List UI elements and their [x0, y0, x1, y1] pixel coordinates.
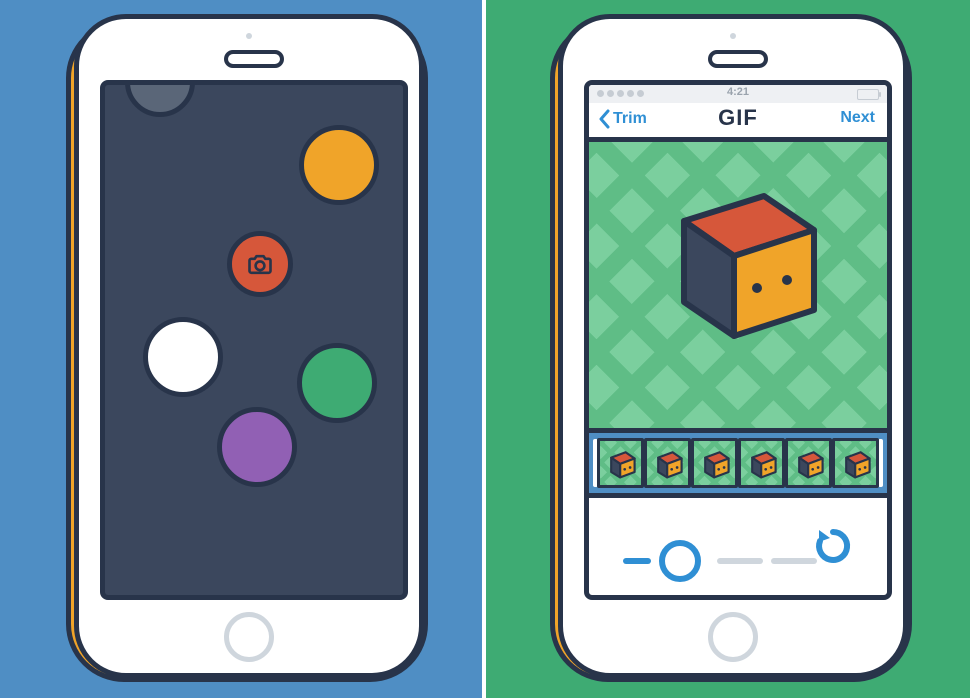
loop-icon: [813, 526, 853, 566]
filmstrip-frame[interactable]: [597, 438, 644, 488]
camera-icon: [246, 250, 274, 278]
earpiece-speaker: [708, 50, 768, 68]
gif-preview: [589, 142, 887, 433]
camera-button[interactable]: [227, 231, 293, 297]
filmstrip-frame[interactable]: [785, 438, 832, 488]
two-panel-illustration: 4:21 Trim GIF Next: [0, 0, 970, 698]
filmstrip[interactable]: [589, 433, 887, 498]
earpiece-speaker: [224, 50, 284, 68]
phone-right: 4:21 Trim GIF Next: [486, 0, 970, 698]
dot-green[interactable]: [297, 343, 377, 423]
slider-track: [771, 558, 817, 564]
phone-left: [0, 0, 482, 698]
slider-track: [623, 558, 651, 564]
home-button[interactable]: [708, 612, 758, 662]
nav-bar: Trim GIF Next: [589, 103, 887, 142]
panel-right: 4:21 Trim GIF Next: [486, 0, 970, 698]
controls-bar: [589, 498, 887, 590]
next-button[interactable]: Next: [840, 109, 875, 127]
front-camera-dot: [246, 33, 252, 39]
screen-left: [100, 80, 408, 600]
slider-knob[interactable]: [659, 540, 701, 582]
panel-left: [0, 0, 482, 698]
filmstrip-frame[interactable]: [644, 438, 691, 488]
speed-slider[interactable]: [623, 540, 817, 582]
front-camera-dot: [730, 33, 736, 39]
filmstrip-frame[interactable]: [691, 438, 738, 488]
slider-track: [717, 558, 763, 564]
cube-illustration: [639, 156, 839, 356]
dot-white[interactable]: [143, 317, 223, 397]
status-time: 4:21: [589, 86, 887, 98]
dot-purple[interactable]: [217, 407, 297, 487]
screen-right: 4:21 Trim GIF Next: [584, 80, 892, 600]
filmstrip-frame[interactable]: [738, 438, 785, 488]
filmstrip-frame[interactable]: [832, 438, 879, 488]
dot-orange[interactable]: [299, 125, 379, 205]
battery-icon: [857, 89, 879, 100]
dot-grey[interactable]: [125, 80, 195, 117]
loop-button[interactable]: [813, 526, 853, 566]
status-bar: 4:21: [589, 85, 887, 103]
home-button[interactable]: [224, 612, 274, 662]
